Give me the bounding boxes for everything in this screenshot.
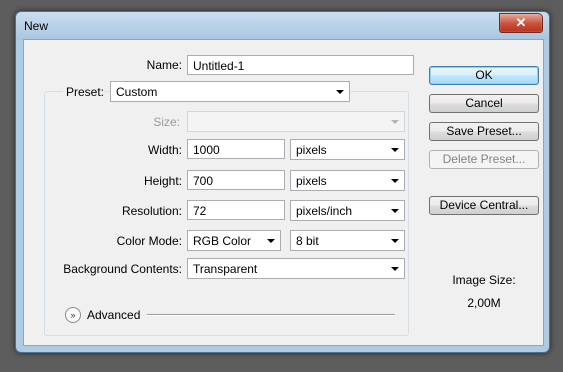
chevron-down-icon (391, 209, 399, 213)
preset-dropdown[interactable]: Custom (110, 81, 350, 102)
resolution-unit-value: pixels/inch (296, 204, 353, 218)
resolution-input[interactable]: 72 (187, 200, 285, 220)
chevron-down-icon (391, 239, 399, 243)
color-mode-label: Color Mode: (116, 234, 182, 248)
preset-label: Preset: (62, 85, 104, 99)
name-label: Name: (146, 58, 182, 72)
double-chevron-down-icon: » (70, 310, 76, 320)
height-input[interactable]: 700 (187, 170, 285, 190)
image-size-value: 2,00M (467, 296, 501, 310)
new-document-dialog: New ✕ Name: Untitled-1 Preset: Custom Si… (15, 11, 550, 353)
dialog-body: Name: Untitled-1 Preset: Custom Size: Wi… (23, 39, 544, 346)
height-label: Height: (143, 174, 182, 188)
background-contents-label: Background Contents: (63, 262, 182, 276)
background-contents-dropdown[interactable]: Transparent (187, 258, 405, 279)
delete-preset-button[interactable]: Delete Preset... (429, 150, 539, 169)
advanced-toggle-button[interactable]: » (65, 307, 81, 323)
bit-depth-dropdown[interactable]: 8 bit (290, 230, 405, 251)
height-unit-value: pixels (296, 174, 327, 188)
dialog-title: New (24, 19, 49, 33)
chevron-down-icon (391, 179, 399, 183)
chevron-down-icon (336, 90, 344, 94)
width-label: Width: (147, 143, 182, 157)
resolution-label: Resolution: (121, 204, 182, 218)
size-label: Size: (153, 115, 180, 129)
title-bar[interactable]: New ✕ (16, 12, 549, 40)
name-input[interactable]: Untitled-1 (187, 55, 414, 75)
chevron-down-icon (267, 239, 275, 243)
color-mode-dropdown[interactable]: RGB Color (187, 230, 281, 251)
chevron-down-icon (391, 267, 399, 271)
size-dropdown[interactable] (187, 111, 405, 132)
ok-button[interactable]: OK (429, 66, 539, 85)
advanced-divider (147, 314, 395, 316)
close-icon: ✕ (515, 15, 527, 30)
close-button[interactable]: ✕ (499, 13, 543, 33)
save-preset-button[interactable]: Save Preset... (429, 122, 539, 141)
background-contents-value: Transparent (193, 262, 258, 276)
preset-value: Custom (116, 85, 158, 99)
resolution-unit-dropdown[interactable]: pixels/inch (290, 200, 405, 221)
width-unit-value: pixels (296, 143, 327, 157)
width-input[interactable]: 1000 (187, 139, 285, 159)
width-unit-dropdown[interactable]: pixels (290, 139, 405, 160)
advanced-label[interactable]: Advanced (87, 308, 140, 322)
image-size-label: Image Size: (452, 273, 516, 287)
bit-depth-value: 8 bit (296, 234, 319, 248)
cancel-button[interactable]: Cancel (429, 94, 539, 113)
chevron-down-icon (391, 120, 399, 124)
height-unit-dropdown[interactable]: pixels (290, 170, 405, 191)
device-central-button[interactable]: Device Central... (429, 196, 539, 215)
chevron-down-icon (391, 148, 399, 152)
color-mode-value: RGB Color (193, 234, 252, 248)
